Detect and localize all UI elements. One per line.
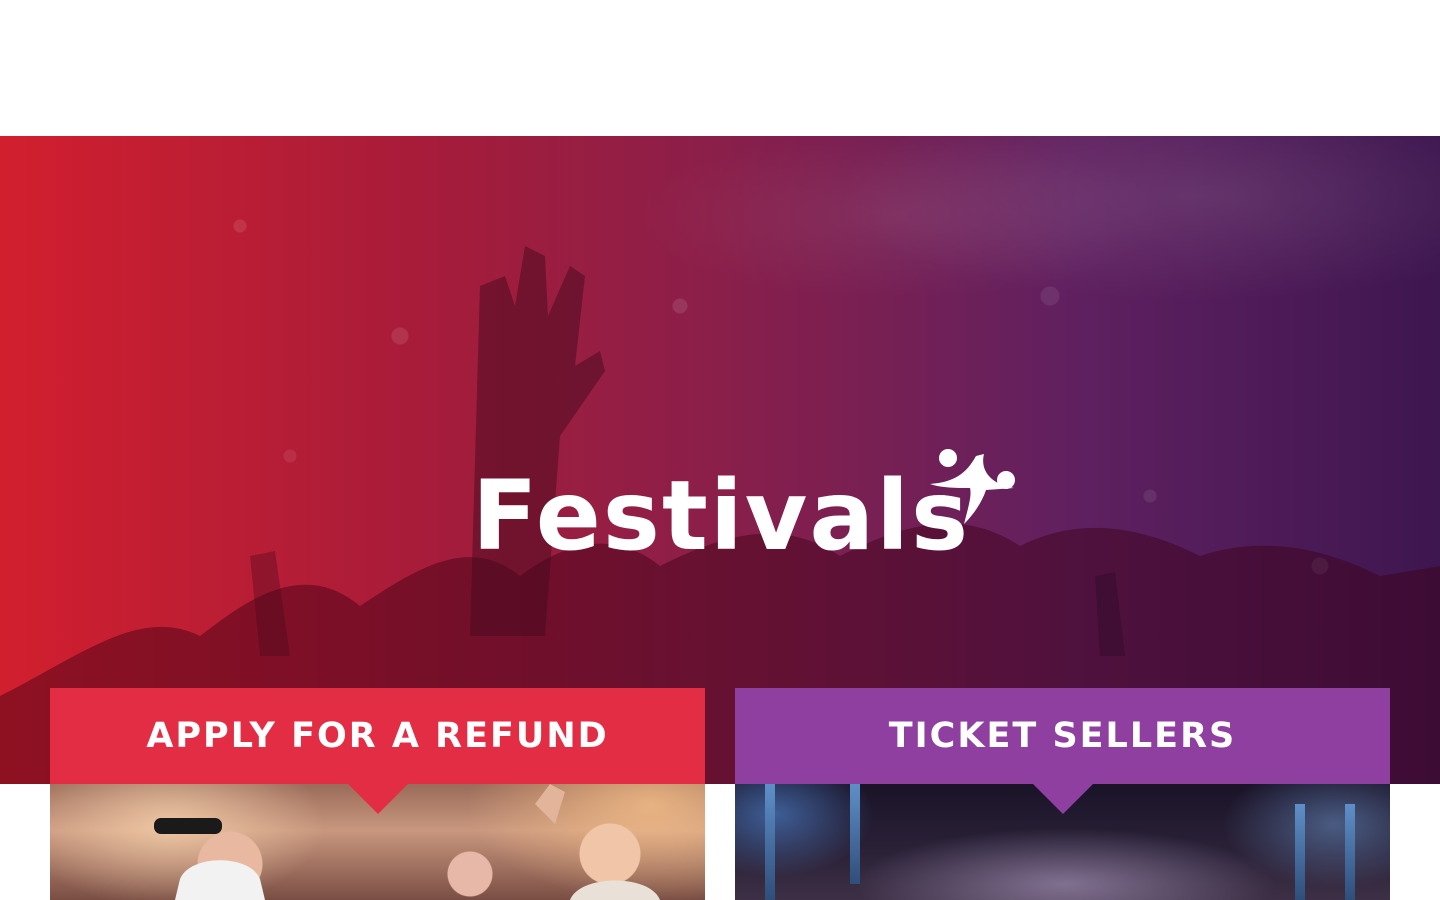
logo-wordmark: Festivals <box>472 460 971 572</box>
dancing-star-icon <box>930 449 1015 524</box>
ticket-sellers-label: TICKET SELLERS <box>888 716 1237 756</box>
stage-truss <box>1295 804 1305 900</box>
apply-refund-label: APPLY FOR A REFUND <box>146 716 609 756</box>
festivals-logo[interactable]: Festivals <box>472 436 1032 596</box>
stage-truss <box>850 784 860 884</box>
ticket-sellers-button[interactable]: TICKET SELLERS <box>735 688 1390 814</box>
apply-refund-button[interactable]: APPLY FOR A REFUND <box>50 688 705 814</box>
stage-truss <box>765 784 775 900</box>
pointer-arrow <box>1032 784 1093 814</box>
top-header-bar <box>0 0 1440 136</box>
refund-card[interactable]: APPLY FOR A REFUND <box>50 688 705 900</box>
ticket-sellers-card[interactable]: TICKET SELLERS <box>735 688 1390 900</box>
hero-banner: Festivals <box>0 136 1440 784</box>
stage-truss <box>1345 804 1355 900</box>
pointer-arrow <box>347 784 408 814</box>
